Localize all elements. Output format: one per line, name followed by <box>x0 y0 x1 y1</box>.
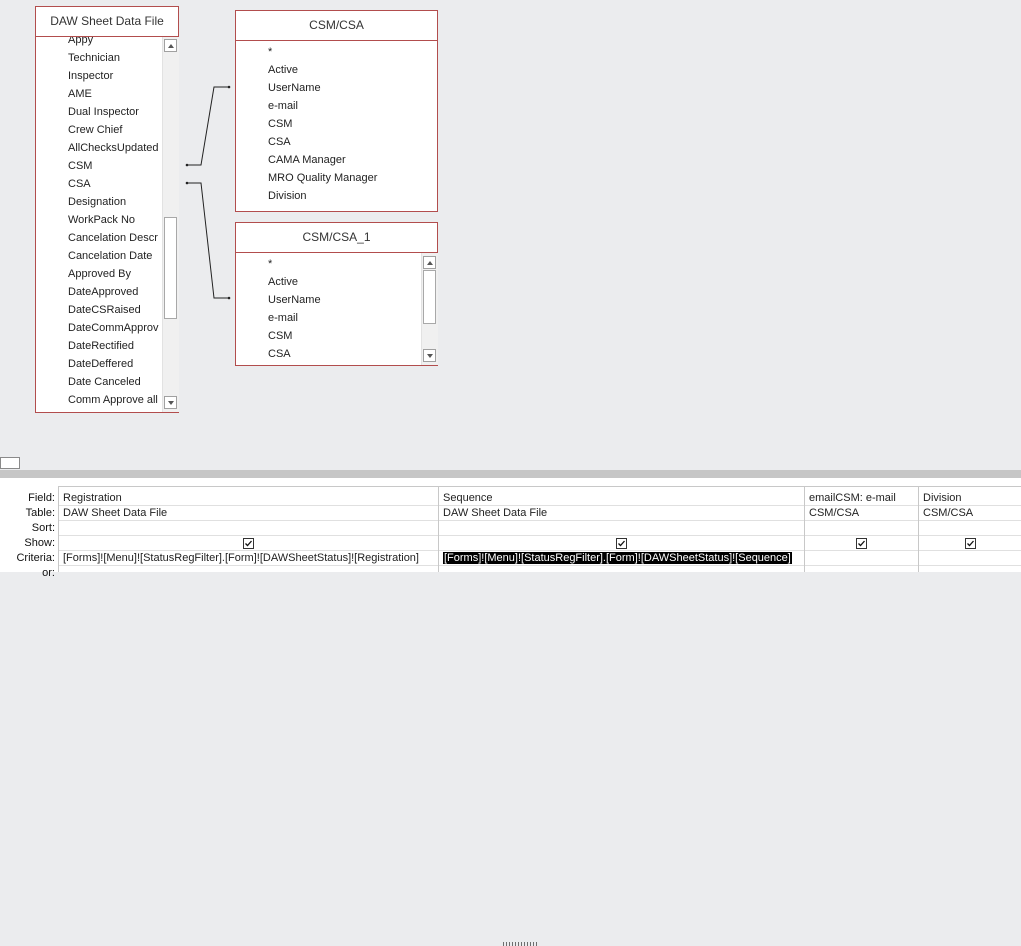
field-item[interactable]: UserName <box>268 291 321 309</box>
grip-icon[interactable] <box>503 942 537 946</box>
field-item[interactable]: Technician <box>68 49 120 67</box>
field-item[interactable]: MRO Quality Manager <box>268 169 377 187</box>
field-item[interactable]: CSM <box>268 115 292 133</box>
vertical-scrollbar[interactable] <box>162 37 179 412</box>
field-cell[interactable]: Sequence <box>443 492 493 504</box>
show-checkbox[interactable] <box>965 538 976 549</box>
table-csm-csa-1[interactable]: CSM/CSA_1 * Active UserName e-mail CSM CSA <box>235 222 438 366</box>
table-cell[interactable]: CSM/CSA <box>809 507 859 519</box>
checkmark-icon <box>858 540 865 547</box>
field-item[interactable]: Crew Chief <box>68 121 122 139</box>
row-label-field: Field: <box>28 492 55 504</box>
field-item[interactable]: CAMA Manager <box>268 151 346 169</box>
join-line-csa[interactable] <box>186 182 229 299</box>
scroll-thumb[interactable] <box>164 217 177 319</box>
grid-column[interactable]: emailCSM: e-mail CSM/CSA <box>804 486 918 572</box>
arrow-up-icon <box>426 260 433 265</box>
row-label-sort: Sort: <box>31 522 55 534</box>
horizontal-scrollbar[interactable] <box>0 456 1021 470</box>
field-item[interactable]: DateCommApprov <box>68 319 158 337</box>
pane-splitter[interactable] <box>0 470 1021 946</box>
arrow-down-icon <box>167 400 174 405</box>
field-item[interactable]: AllChecksUpdated <box>68 139 159 157</box>
grid-column[interactable]: Registration DAW Sheet Data File [Forms]![… <box>58 486 438 572</box>
table-daw-sheet-data-file[interactable]: DAW Sheet Data File Appy Technician Inspec… <box>35 6 179 413</box>
scroll-thumb[interactable] <box>423 270 436 324</box>
grid-column[interactable]: Sequence DAW Sheet Data File [Forms]![Menu… <box>438 486 804 572</box>
checkmark-icon <box>618 540 625 547</box>
row-label-show: Show: <box>24 537 55 549</box>
field-item[interactable]: Active <box>268 61 298 79</box>
table-cell[interactable]: DAW Sheet Data File <box>443 507 547 519</box>
table-title[interactable]: DAW Sheet Data File <box>36 7 178 37</box>
field-list: * Active UserName e-mail CSM CSA CAMA Manager M… <box>236 41 437 211</box>
field-item[interactable]: Cancelation Descr <box>68 229 158 247</box>
scroll-up-button[interactable] <box>423 256 436 269</box>
scroll-left-button[interactable] <box>0 457 20 469</box>
show-checkbox[interactable] <box>243 538 254 549</box>
checkmark-icon <box>245 540 252 547</box>
scroll-up-button[interactable] <box>164 39 177 52</box>
join-end-dot <box>227 296 231 300</box>
vertical-scrollbar[interactable] <box>421 253 438 365</box>
table-title[interactable]: CSM/CSA_1 <box>236 223 437 253</box>
field-item[interactable]: Appy <box>68 37 93 49</box>
field-item[interactable]: CSA <box>68 175 91 193</box>
table-csm-csa[interactable]: CSM/CSA * Active UserName e-mail CSM CSA CAMA … <box>235 10 438 212</box>
field-item[interactable]: DateCSRaised <box>68 301 141 319</box>
field-item[interactable]: e-mail <box>268 309 298 327</box>
join-end-dot <box>185 181 189 185</box>
join-end-dot <box>227 85 231 89</box>
field-item[interactable]: * <box>268 255 272 273</box>
criteria-cell[interactable]: [Forms]![Menu]![StatusRegFilter].[Form]!… <box>443 552 792 564</box>
scroll-down-button[interactable] <box>423 349 436 362</box>
field-list: * Active UserName e-mail CSM CSA <box>236 253 437 365</box>
field-item[interactable]: Division <box>268 187 307 205</box>
field-cell[interactable]: emailCSM: e-mail <box>809 492 896 504</box>
field-item[interactable]: * <box>268 43 272 61</box>
table-cell[interactable]: CSM/CSA <box>923 507 973 519</box>
arrow-down-icon <box>426 353 433 358</box>
row-label-or: or: <box>42 567 55 579</box>
show-checkbox[interactable] <box>856 538 867 549</box>
field-item[interactable]: Cancelation Date <box>68 247 152 265</box>
field-item[interactable]: Dual Inspector <box>68 103 139 121</box>
field-item[interactable]: e-mail <box>268 97 298 115</box>
field-cell[interactable]: Division <box>923 492 962 504</box>
checkmark-icon <box>967 540 974 547</box>
field-item[interactable]: DateApproved <box>68 283 138 301</box>
query-design-grid: Field: Table: Sort: Show: Criteria: or: … <box>0 478 1021 579</box>
field-item[interactable]: Active <box>268 273 298 291</box>
field-item[interactable]: Comm Approve all <box>68 391 158 409</box>
show-checkbox[interactable] <box>616 538 627 549</box>
field-item[interactable]: Inspector <box>68 67 113 85</box>
field-item[interactable]: AME <box>68 85 92 103</box>
table-cell[interactable]: DAW Sheet Data File <box>63 507 167 519</box>
row-label-table: Table: <box>25 507 55 519</box>
field-item[interactable]: Approved By <box>68 265 131 283</box>
field-item[interactable]: WorkPack No <box>68 211 135 229</box>
row-label-criteria: Criteria: <box>16 552 55 564</box>
field-item[interactable]: CSA <box>268 345 291 363</box>
join-line-csm[interactable] <box>186 86 229 166</box>
table-title[interactable]: CSM/CSA <box>236 11 437 41</box>
field-item[interactable]: Designation <box>68 193 126 211</box>
arrow-up-icon <box>167 43 174 48</box>
field-item[interactable]: DateRectified <box>68 337 134 355</box>
field-cell[interactable]: Registration <box>63 492 122 504</box>
field-item[interactable]: CSM <box>268 327 292 345</box>
field-item[interactable]: CSM <box>68 157 92 175</box>
join-end-dot <box>185 163 189 167</box>
field-item[interactable]: CSA <box>268 133 291 151</box>
scroll-down-button[interactable] <box>164 396 177 409</box>
field-list: Appy Technician Inspector AME Dual Inspector… <box>36 37 178 412</box>
field-item[interactable]: Date Canceled <box>68 373 141 391</box>
field-item[interactable]: UserName <box>268 79 321 97</box>
grid-column[interactable]: Division CSM/CSA <box>918 486 1021 572</box>
criteria-cell[interactable]: [Forms]![Menu]![StatusRegFilter].[Form]!… <box>63 552 419 564</box>
field-item[interactable]: DateDeffered <box>68 355 133 373</box>
